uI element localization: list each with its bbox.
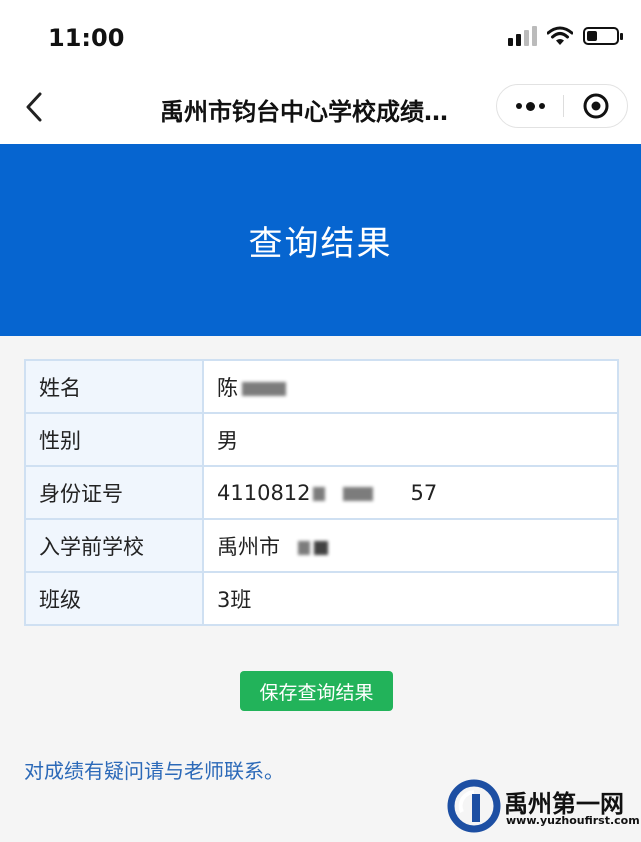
id-number-tail: 57 xyxy=(410,480,438,505)
row-value: 陈 xyxy=(202,359,619,414)
footer-note: 对成绩有疑问请与老师联系。 xyxy=(24,759,284,783)
result-table: 姓名 陈 性别 男 身份证号 4110812 57 入学前学校 禹州市 班级 3班 xyxy=(24,359,619,626)
dot-icon xyxy=(525,101,535,111)
save-result-button[interactable]: 保存查询结果 xyxy=(240,671,393,711)
redacted-mask xyxy=(298,540,310,555)
target-close-icon xyxy=(583,93,609,119)
status-bar: 11:00 xyxy=(0,0,641,70)
name-value: 陈 xyxy=(217,375,238,400)
row-label: 身份证号 xyxy=(24,465,204,520)
row-value: 男 xyxy=(202,412,619,467)
row-value: 禹州市 xyxy=(202,518,619,573)
row-label: 入学前学校 xyxy=(24,518,204,573)
table-row: 姓名 陈 xyxy=(24,359,619,414)
row-label: 性别 xyxy=(24,412,204,467)
status-time: 11:00 xyxy=(48,24,125,52)
status-icons xyxy=(508,26,623,46)
redacted-mask xyxy=(314,540,328,555)
dot-icon xyxy=(515,103,522,109)
table-row: 班级 3班 xyxy=(24,571,619,626)
more-options-button[interactable] xyxy=(497,85,563,127)
site-watermark: 禹州第一网 www.yuzhoufirst.com xyxy=(446,778,640,834)
result-banner: 查询结果 xyxy=(0,144,641,336)
nav-bar: 禹州市钧台中心学校成绩… xyxy=(0,70,641,144)
table-row: 入学前学校 禹州市 xyxy=(24,518,619,573)
school-value: 禹州市 xyxy=(217,534,280,559)
battery-icon xyxy=(583,27,623,45)
close-mini-program-button[interactable] xyxy=(564,85,628,127)
table-row: 身份证号 4110812 57 xyxy=(24,465,619,520)
row-label: 姓名 xyxy=(24,359,204,414)
table-row: 性别 男 xyxy=(24,412,619,467)
back-icon[interactable] xyxy=(20,90,50,124)
id-number-value: 4110812 xyxy=(217,480,311,505)
row-label: 班级 xyxy=(24,571,204,626)
page-title: 禹州市钧台中心学校成绩… xyxy=(160,98,448,126)
dot-icon xyxy=(538,103,545,109)
mini-program-capsule xyxy=(496,84,628,128)
watermark-url: www.yuzhoufirst.com xyxy=(506,814,640,827)
redacted-mask xyxy=(312,486,325,501)
row-value: 3班 xyxy=(202,571,619,626)
banner-title: 查询结果 xyxy=(248,224,393,264)
site-logo-icon xyxy=(447,779,501,833)
redacted-mask xyxy=(342,486,373,501)
cellular-signal-icon xyxy=(508,26,537,46)
wifi-icon xyxy=(547,26,573,45)
redacted-mask xyxy=(242,381,286,396)
row-value: 4110812 57 xyxy=(202,465,619,520)
